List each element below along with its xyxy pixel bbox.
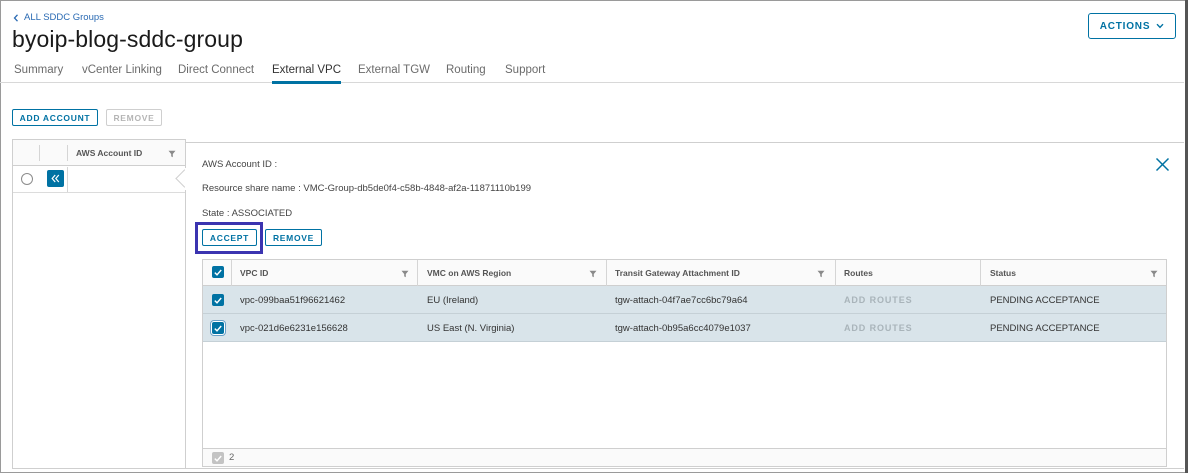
column-header-region: VMC on AWS Region [427, 268, 512, 278]
filter-icon[interactable] [1150, 270, 1158, 278]
actions-button[interactable]: ACTIONS [1088, 13, 1176, 39]
row-checkbox[interactable] [212, 294, 224, 306]
tab-external-vpc[interactable]: External VPC [272, 64, 342, 84]
attachment-id-cell: tgw-attach-0b95a6cc4079e1037 [615, 323, 751, 334]
close-icon[interactable] [1155, 157, 1170, 172]
back-link-label: ALL SDDC Groups [24, 12, 104, 23]
check-icon [214, 325, 222, 332]
chevron-left-icon [13, 13, 18, 22]
column-header-status: Status [990, 268, 1016, 278]
row-checkbox[interactable] [212, 322, 224, 334]
tab-bar: Summary vCenter Linking Direct Connect E… [0, 62, 1184, 84]
vpc-grid-header: VPC ID VMC on AWS Region Transit Gateway… [203, 260, 1166, 286]
column-header-attachment-id: Transit Gateway Attachment ID [615, 268, 740, 278]
check-icon [214, 455, 222, 462]
vpc-id-cell: vpc-021d6e6231e156628 [240, 323, 348, 334]
region-cell: US East (N. Virginia) [427, 323, 515, 334]
column-header-aws-account-id: AWS Account ID [76, 148, 143, 158]
row-radio[interactable] [21, 173, 33, 185]
column-divider [835, 260, 836, 286]
filter-icon[interactable] [589, 270, 597, 278]
column-header-vpc-id: VPC ID [240, 268, 269, 278]
table-row[interactable]: vpc-021d6e6231e156628 US East (N. Virgin… [203, 314, 1166, 342]
attachment-id-cell: tgw-attach-04f7ae7cc6bc79a64 [615, 295, 748, 306]
grid-footer: 2 [203, 448, 1166, 466]
vpc-id-cell: vpc-099baa51f96621462 [240, 295, 346, 306]
add-routes-link[interactable]: ADD ROUTES [844, 295, 913, 305]
column-divider [417, 260, 418, 286]
resource-share-name: Resource share name : VMC-Group-db5de0f4… [202, 183, 532, 194]
state-label: State : ASSOCIATED [202, 208, 293, 219]
column-header-routes: Routes [844, 268, 873, 278]
column-divider [67, 167, 68, 192]
accounts-grid: AWS Account ID [12, 139, 186, 469]
filter-icon[interactable] [168, 150, 176, 158]
chevron-down-icon [1156, 23, 1164, 29]
double-chevron-left-icon [51, 174, 60, 183]
column-divider [67, 145, 68, 161]
column-divider [39, 145, 40, 161]
accounts-grid-header: AWS Account ID [13, 140, 185, 166]
vpc-attachments-grid: VPC ID VMC on AWS Region Transit Gateway… [202, 259, 1167, 467]
add-account-button[interactable]: ADD ACCOUNT [12, 109, 98, 126]
collapse-detail-button[interactable] [47, 170, 64, 187]
tab-vcenter-linking[interactable]: vCenter Linking [82, 64, 162, 76]
page-title: byoip-blog-sddc-group [12, 26, 243, 52]
column-divider [606, 260, 607, 286]
filter-icon[interactable] [401, 270, 409, 278]
selection-count-checkbox[interactable] [212, 452, 224, 464]
region-cell: EU (Ireland) [427, 295, 479, 306]
remove-account-button[interactable]: REMOVE [106, 109, 162, 126]
column-divider [980, 260, 981, 286]
table-row[interactable]: vpc-099baa51f96621462 EU (Ireland) tgw-a… [203, 286, 1166, 314]
tab-direct-connect[interactable]: Direct Connect [178, 64, 254, 76]
status-cell: PENDING ACCEPTANCE [990, 295, 1100, 306]
check-icon [214, 269, 222, 276]
tab-external-tgw[interactable]: External TGW [358, 64, 430, 76]
aws-account-id-label: AWS Account ID : [202, 159, 278, 170]
select-all-checkbox[interactable] [212, 266, 224, 278]
accept-button[interactable]: ACCEPT [202, 229, 257, 246]
tab-routing[interactable]: Routing [446, 64, 486, 76]
remove-vpc-button[interactable]: REMOVE [265, 229, 322, 246]
tab-support[interactable]: Support [505, 64, 545, 76]
column-divider [231, 260, 232, 286]
status-cell: PENDING ACCEPTANCE [990, 323, 1100, 334]
tab-summary[interactable]: Summary [14, 64, 63, 76]
account-row[interactable] [13, 167, 185, 193]
actions-button-label: ACTIONS [1099, 20, 1151, 32]
add-routes-link[interactable]: ADD ROUTES [844, 323, 913, 333]
back-link[interactable]: ALL SDDC Groups [13, 12, 104, 23]
filter-icon[interactable] [817, 270, 825, 278]
check-icon [214, 297, 222, 304]
detail-pointer-mask [185, 168, 190, 190]
selected-count: 2 [229, 452, 235, 463]
